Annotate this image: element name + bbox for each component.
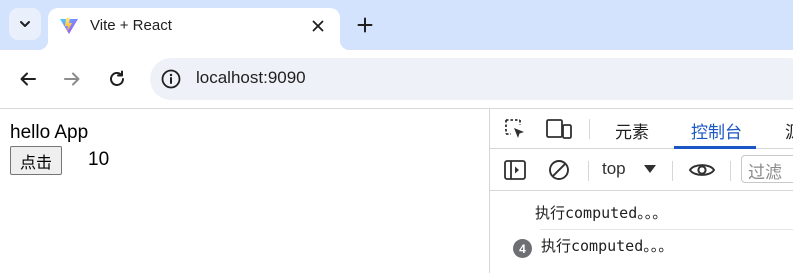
address-bar[interactable]: localhost:9090 [150, 58, 793, 100]
device-toolbar-icon [546, 119, 572, 139]
live-expression-button[interactable] [687, 158, 717, 182]
site-info-icon[interactable] [160, 68, 182, 90]
context-selector[interactable]: top [602, 159, 626, 179]
sidebar-toggle-icon [504, 160, 526, 180]
inspect-element-button[interactable] [502, 116, 528, 142]
console-filter-input[interactable]: 过滤 [741, 155, 793, 183]
eye-icon [688, 164, 716, 176]
new-tab-button[interactable] [353, 13, 377, 37]
clear-console-button[interactable] [546, 158, 572, 182]
toolbar-separator [588, 161, 589, 181]
devtools-panel: 元素 控制台 源 top [489, 109, 793, 273]
browser-tab[interactable]: Vite + React [38, 8, 350, 50]
tab-sources[interactable]: 源 [785, 118, 793, 143]
reload-icon [110, 70, 124, 86]
clear-console-icon [549, 160, 569, 180]
tab-console[interactable]: 控制台 [691, 118, 742, 143]
arrow-right-icon [64, 72, 80, 86]
toolbar-separator [672, 161, 673, 181]
tab-title: Vite + React [90, 17, 172, 34]
device-toolbar-button[interactable] [545, 116, 573, 142]
tab-close-button[interactable] [308, 16, 328, 36]
click-button[interactable]: 点击 [10, 146, 62, 175]
page-heading: hello App [10, 122, 89, 143]
console-toolbar: top 过滤 [490, 149, 793, 191]
tab-strip: Vite + React [0, 0, 793, 50]
inspect-element-icon [505, 119, 524, 138]
tab-search-button[interactable] [9, 8, 41, 40]
toolbar-separator [730, 161, 731, 181]
reload-button[interactable] [104, 66, 130, 92]
console-log-row[interactable]: 执行computed。。。 [490, 198, 793, 230]
toolbar-separator [589, 119, 590, 139]
close-icon [312, 20, 324, 32]
repeat-count-badge: 4 [513, 239, 532, 258]
browser-toolbar: localhost:9090 [0, 50, 793, 108]
page-viewport: hello App 点击 10 [0, 109, 489, 273]
counter-value: 10 [88, 149, 110, 170]
url-text[interactable]: localhost:9090 [196, 68, 306, 88]
console-log-message: 执行computed。。。 [535, 204, 668, 222]
sidebar-toggle-button[interactable] [502, 158, 528, 182]
forward-button[interactable] [59, 66, 85, 92]
devtools-tabbar: 元素 控制台 源 [490, 109, 793, 149]
console-log-row[interactable]: 4 执行computed。。。 [490, 231, 793, 263]
console-log-message: 执行computed。。。 [541, 237, 674, 255]
plus-icon [357, 17, 373, 33]
arrow-left-icon [20, 72, 36, 86]
chevron-down-icon [20, 21, 30, 27]
log-divider [540, 229, 793, 230]
vite-logo-icon [60, 18, 78, 34]
tab-elements[interactable]: 元素 [615, 118, 649, 143]
caret-down-icon[interactable] [643, 164, 657, 174]
back-button[interactable] [15, 66, 41, 92]
